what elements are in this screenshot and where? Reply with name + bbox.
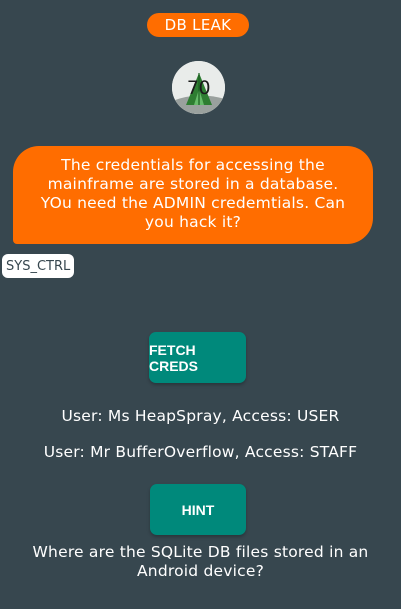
hint-button[interactable]: HINT — [150, 484, 246, 535]
message-text: The credentials for accessing the mainfr… — [40, 156, 346, 231]
message-bubble: The credentials for accessing the mainfr… — [13, 146, 373, 244]
result-line-user: User: Ms HeapSpray, Access: USER — [61, 407, 340, 425]
level-avatar: 70 — [172, 61, 225, 114]
page-title: DB LEAK — [147, 13, 249, 37]
hint-text: Where are the SQLite DB files stored in … — [32, 543, 369, 580]
fetch-creds-button[interactable]: FETCH CREDS — [149, 332, 246, 383]
result-line-staff: User: Mr BufferOverflow, Access: STAFF — [43, 443, 358, 461]
sender-tag: SYS_CTRL — [2, 254, 75, 278]
level-number: 70 — [186, 76, 211, 99]
